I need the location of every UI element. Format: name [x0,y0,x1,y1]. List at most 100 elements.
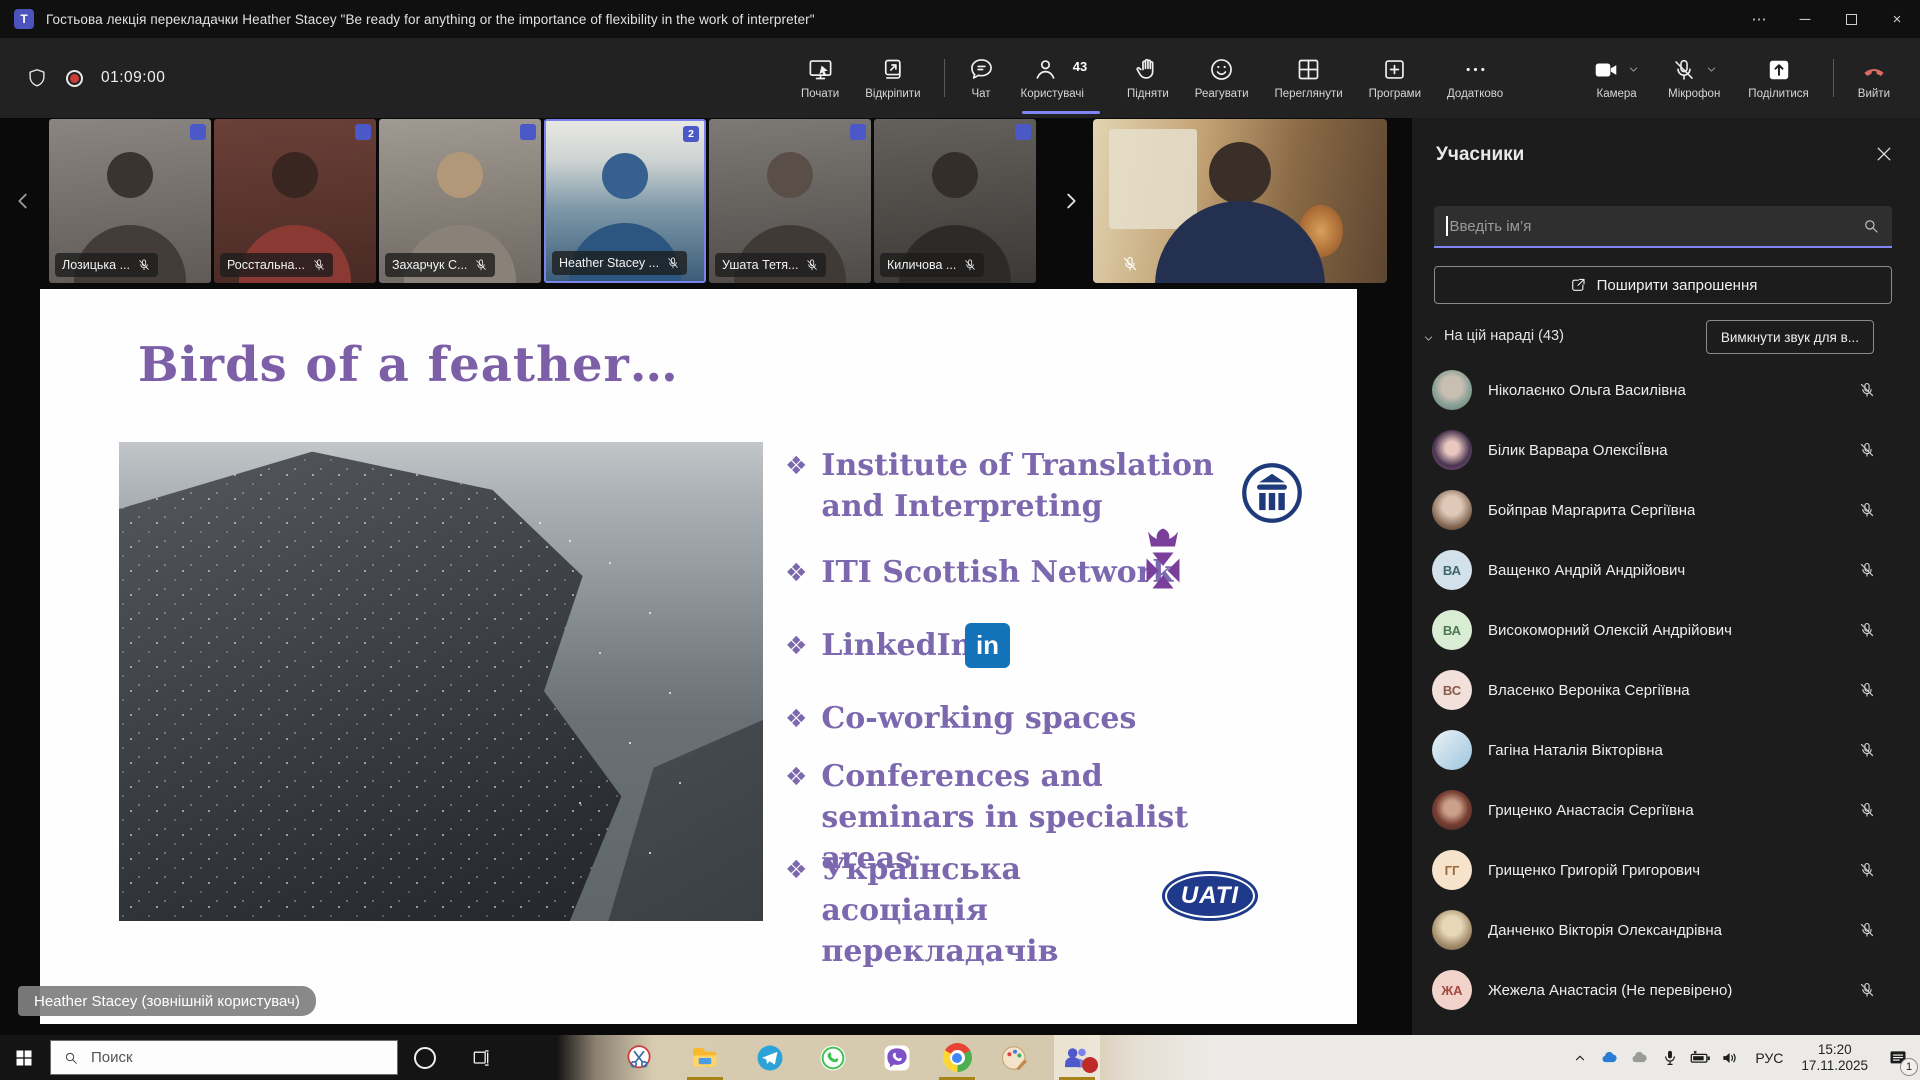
taskbar-app-chrome[interactable] [934,1035,980,1080]
participant-name: Грищенко Григорій Григорович [1488,862,1700,879]
taskbar-app-snipping[interactable] [616,1035,662,1080]
plus-square-icon [1381,56,1408,83]
window-maximize-button[interactable] [1828,0,1874,38]
camera-icon [1593,57,1619,83]
share-button[interactable]: Поділитися [1734,38,1822,118]
video-tile[interactable]: Лозицька ... [49,119,211,283]
tray-expand-button[interactable] [1565,1035,1595,1080]
participant-search-input[interactable] [1450,218,1863,235]
mute-all-button[interactable]: Вимкнути звук для в... [1706,320,1874,354]
close-icon[interactable] [1874,144,1894,164]
share-invite-button[interactable]: Поширити запрошення [1434,266,1892,304]
toolbar-button-view[interactable]: Переглянути [1262,38,1356,118]
taskbar-app-paint[interactable] [992,1035,1038,1080]
video-tile[interactable]: Ушата Тетя... [709,119,871,283]
slide-bullet: ❖ ITI Scottish Network [785,552,1275,593]
toolbar-button-react[interactable]: Реагувати [1182,38,1262,118]
participant-name: Ніколаєнко Ольга Василівна [1488,382,1686,399]
onedrive-icon[interactable] [1595,1035,1625,1080]
participant-silhouette [1209,142,1271,204]
participant-row[interactable]: Данченко Вікторія Олександрівна [1412,900,1920,960]
diamond-bullet-icon: ❖ [785,625,807,666]
taskbar-app-teams[interactable] [1054,1035,1100,1080]
participant-row[interactable]: ЖА Жежела Анастасія (Не перевірено) [1412,960,1920,1020]
taskbar-app-explorer[interactable] [682,1035,728,1080]
taskbar-search-input[interactable] [91,1049,385,1066]
camera-button[interactable]: Камера [1579,38,1654,118]
participant-row[interactable]: Ніколаєнко Ольга Василівна [1412,360,1920,420]
search-icon [63,1050,79,1066]
toolbar-divider [1833,59,1834,97]
task-view-button[interactable] [458,1035,504,1080]
recording-indicator-icon [66,70,83,87]
participant-row[interactable]: ВА Ващенко Андрій Андрійович [1412,540,1920,600]
mic-off-icon [1671,57,1697,83]
taskbar-clock[interactable]: 15:20 17.11.2025 [1793,1042,1876,1074]
scroll-right-icon[interactable] [1060,188,1082,214]
tile-badge [1015,124,1031,140]
birds-dots [539,522,541,524]
snipping-tool-icon [624,1043,654,1073]
tile-participant-name: Росстальна... [227,258,305,272]
video-tile[interactable]: 2 Heather Stacey ... [544,119,706,283]
participant-row[interactable]: Бойправ Маргарита Сергіївна [1412,480,1920,540]
toolbar-button-participants[interactable]: 43 Користувачі [1008,38,1114,118]
microphone-tray-icon[interactable] [1655,1035,1685,1080]
window-close-button[interactable]: × [1874,0,1920,38]
scroll-left-icon[interactable] [12,188,34,214]
volume-icon[interactable] [1715,1035,1745,1080]
action-center-button[interactable]: 1 [1876,1035,1920,1080]
leave-button[interactable]: Вийти [1844,38,1904,118]
participant-row[interactable]: Гагіна Наталія Вікторівна [1412,720,1920,780]
toolbar-button-unpin[interactable]: Відкріпити [852,38,933,118]
telegram-icon [755,1043,785,1073]
participant-row[interactable]: ГГ Грищенко Григорій Григорович [1412,840,1920,900]
window-minimize-button[interactable]: ─ [1782,0,1828,38]
participant-silhouette [437,152,483,198]
toolbar-button-more[interactable]: Додатково [1434,38,1516,118]
window-titlebar: Гостьова лекція перекладачки Heather Sta… [0,0,1920,38]
tile-participant-name: Лозицька ... [62,258,130,272]
toolbar-button-chat[interactable]: Чат [955,38,1008,118]
battery-icon[interactable] [1685,1035,1715,1080]
taskbar-app-whatsapp[interactable] [810,1035,856,1080]
window-controls: ⋯ ─ × [1736,0,1920,38]
diamond-bullet-icon: ❖ [785,849,807,972]
taskbar-app-viber[interactable] [874,1035,920,1080]
chevron-down-icon[interactable] [1627,63,1640,76]
hand-icon [1134,56,1161,83]
toolbar-button-apps[interactable]: Програми [1356,38,1434,118]
viber-icon [882,1043,912,1073]
cloud-sync-icon[interactable] [1625,1035,1655,1080]
window-more-button[interactable]: ⋯ [1736,0,1782,38]
video-tile[interactable]: Киличова ... [874,119,1036,283]
tile-participant-name: Захарчук С... [392,258,467,272]
mic-off-icon [1858,441,1876,459]
mic-off-icon [312,258,326,272]
participant-row[interactable]: Білик Варвара ОлексіЇвна [1412,420,1920,480]
active-speaker-tile[interactable] [1093,119,1387,283]
participant-search-box[interactable] [1434,206,1892,248]
clock-time: 15:20 [1801,1042,1868,1058]
whatsapp-icon [818,1043,848,1073]
chevron-down-icon[interactable] [1705,63,1718,76]
toolbar-button-start-share[interactable]: Почати [788,38,852,118]
taskbar-search-box[interactable] [50,1040,398,1075]
tile-participant-name: Киличова ... [887,258,956,272]
participant-row[interactable]: ВС Власенко Вероніка Сергіївна [1412,660,1920,720]
toolbar-button-raise-hand[interactable]: Підняти [1114,38,1182,118]
cortana-button[interactable] [402,1035,448,1080]
microphone-button[interactable]: Мікрофон [1654,38,1734,118]
toolbar-right-group: Камера Мікрофон Поділитися Вийти [1579,38,1904,118]
slide-bullet: ❖ Co-working spaces [785,698,1275,739]
participant-row[interactable]: ВА Високоморний Олексій Андрійович [1412,600,1920,660]
language-indicator[interactable]: РУС [1745,1050,1793,1066]
video-tile[interactable]: Росстальна... [214,119,376,283]
taskbar-app-telegram[interactable] [747,1035,793,1080]
chevron-down-icon[interactable] [1422,332,1435,345]
participant-row[interactable]: Гриценко Анастасія Сергіївна [1412,780,1920,840]
start-button[interactable] [0,1035,48,1080]
avatar [1432,910,1472,950]
participant-silhouette [602,153,648,199]
video-tile[interactable]: Захарчук С... [379,119,541,283]
